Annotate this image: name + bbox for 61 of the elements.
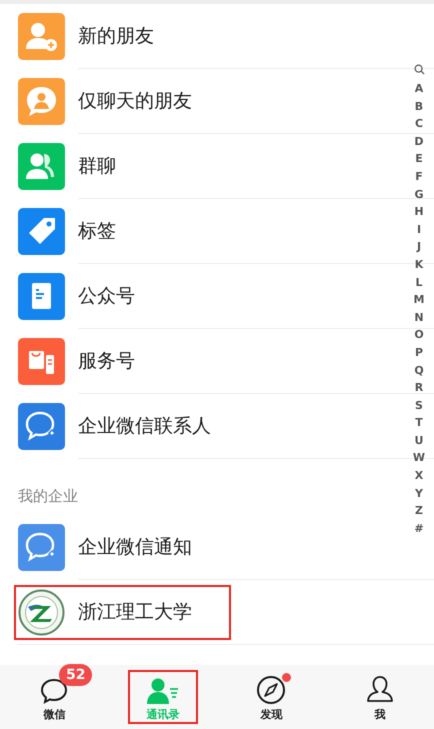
- index-letter[interactable]: #: [414, 520, 424, 538]
- compass-icon: [256, 675, 286, 705]
- index-letter[interactable]: P: [414, 344, 424, 362]
- emblem-icon: [18, 589, 65, 636]
- contact-entry[interactable]: 公众号: [16, 271, 229, 322]
- contact-entry[interactable]: 仅聊天的朋友: [16, 76, 229, 127]
- index-letter[interactable]: C: [414, 115, 424, 133]
- tab-button[interactable]: 我: [346, 672, 413, 722]
- unread-badge: 52: [59, 664, 92, 686]
- index-letter[interactable]: B: [414, 98, 424, 116]
- entry-label: 标签: [78, 219, 116, 244]
- add-person-icon: [18, 13, 65, 60]
- tag-icon: [18, 208, 65, 255]
- index-letter[interactable]: Y: [415, 484, 423, 502]
- contact-entry[interactable]: 群聊: [16, 141, 229, 192]
- speech-bubbles-icon: [18, 524, 65, 571]
- entry-label: 服务号: [78, 349, 135, 374]
- index-letter[interactable]: X: [414, 467, 424, 485]
- index-letter[interactable]: D: [414, 132, 424, 150]
- entry-label: 企业微信联系人: [78, 414, 211, 440]
- index-letter[interactable]: U: [414, 432, 424, 450]
- index-letter[interactable]: S: [415, 396, 423, 414]
- section-header: 我的企业: [18, 486, 78, 506]
- index-letter[interactable]: M: [414, 291, 424, 309]
- document-icon: [18, 273, 65, 320]
- index-letter[interactable]: K: [414, 256, 424, 274]
- index-letter[interactable]: L: [415, 274, 422, 292]
- entry-label: 群聊: [78, 154, 116, 180]
- index-letter[interactable]: R: [414, 379, 424, 397]
- contact-entry[interactable]: 企业微信通知: [16, 522, 229, 573]
- people-icon: [18, 143, 65, 190]
- person-icon: [364, 675, 395, 705]
- index-letter[interactable]: F: [415, 168, 423, 186]
- index-letter[interactable]: O: [414, 326, 424, 344]
- contact-entry[interactable]: 新的朋友: [16, 11, 229, 62]
- index-letter[interactable]: W: [412, 449, 426, 468]
- contact-entry[interactable]: 浙江理工大学: [16, 587, 229, 638]
- tab-button[interactable]: 发现: [238, 672, 304, 722]
- entry-label: 仅聊天的朋友: [78, 89, 192, 114]
- index-letter[interactable]: Z: [415, 502, 423, 520]
- entry-label: 企业微信通知: [78, 535, 192, 560]
- index-letter[interactable]: N: [414, 308, 424, 326]
- index-letter[interactable]: I: [416, 220, 422, 238]
- index-letter[interactable]: H: [414, 203, 424, 221]
- contact-entry[interactable]: 标签: [16, 206, 229, 257]
- contact-entry[interactable]: 服务号: [16, 336, 229, 387]
- index-letter[interactable]: Q: [414, 362, 424, 380]
- person-bubble-icon: [18, 78, 65, 125]
- index-letter[interactable]: T: [415, 414, 423, 432]
- entry-label: 新的朋友: [78, 24, 154, 50]
- index-letter[interactable]: A: [414, 80, 424, 98]
- index-letter[interactable]: G: [414, 186, 424, 204]
- index-letter[interactable]: J: [416, 238, 422, 256]
- search-icon[interactable]: [414, 64, 424, 75]
- bag-icon: [18, 338, 65, 385]
- contacts-icon: [146, 677, 180, 705]
- contact-entry[interactable]: 企业微信联系人: [16, 401, 229, 452]
- entry-label: 浙江理工大学: [78, 600, 192, 626]
- index-letter[interactable]: E: [415, 150, 423, 168]
- entry-label: 公众号: [78, 284, 135, 310]
- speech-bubbles-icon: [18, 403, 65, 450]
